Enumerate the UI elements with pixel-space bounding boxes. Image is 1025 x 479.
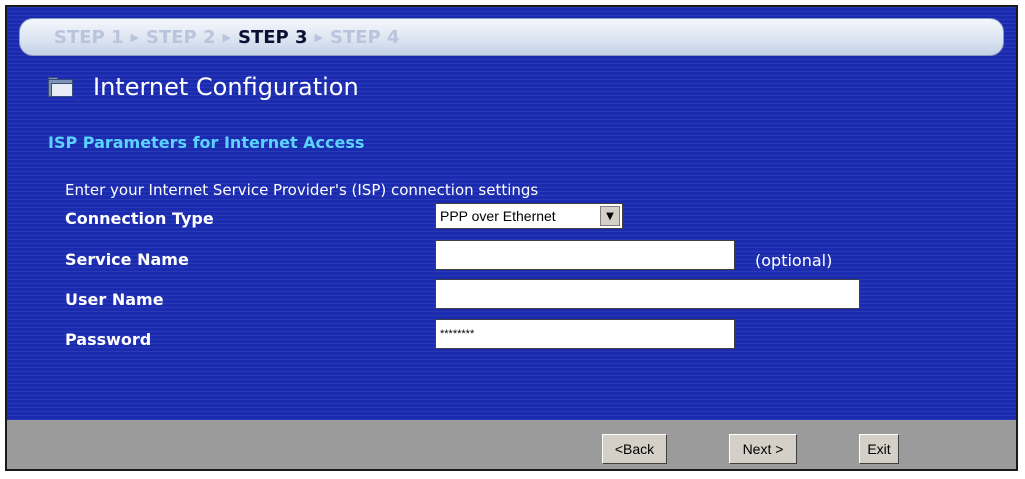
button-bar: <Back Next > Exit bbox=[7, 420, 1016, 469]
back-button[interactable]: <Back bbox=[602, 434, 667, 464]
connection-type-value: PPP over Ethernet bbox=[440, 208, 556, 224]
folder-icon bbox=[48, 77, 73, 97]
main-panel: STEP 1 ▶ STEP 2 ▶ STEP 3 ▶ STEP 4 Intern… bbox=[7, 7, 1016, 420]
step-separator-icon: ▶ bbox=[222, 30, 231, 44]
service-name-label: Service Name bbox=[65, 250, 189, 269]
step-4: STEP 4 bbox=[330, 26, 400, 48]
step-separator-icon: ▶ bbox=[130, 30, 139, 44]
step-1: STEP 1 bbox=[54, 26, 124, 48]
step-2: STEP 2 bbox=[146, 26, 216, 48]
intro-text: Enter your Internet Service Provider's (… bbox=[65, 181, 539, 199]
exit-button[interactable]: Exit bbox=[859, 434, 899, 464]
page-title: Internet Configuration bbox=[93, 73, 359, 101]
password-input[interactable]: ******** bbox=[435, 319, 735, 349]
step-separator-icon: ▶ bbox=[314, 30, 323, 44]
connection-type-select[interactable]: PPP over Ethernet ▼ bbox=[435, 203, 623, 229]
service-name-input[interactable] bbox=[435, 240, 735, 270]
section-subtitle: ISP Parameters for Internet Access bbox=[48, 133, 365, 152]
optional-note: (optional) bbox=[755, 251, 833, 270]
user-name-label: User Name bbox=[65, 290, 164, 309]
step-progress-bar: STEP 1 ▶ STEP 2 ▶ STEP 3 ▶ STEP 4 bbox=[19, 18, 1004, 56]
page-title-row: Internet Configuration bbox=[48, 73, 359, 101]
next-button[interactable]: Next > bbox=[729, 434, 797, 464]
wizard-window: STEP 1 ▶ STEP 2 ▶ STEP 3 ▶ STEP 4 Intern… bbox=[5, 5, 1018, 471]
user-name-input[interactable] bbox=[435, 279, 860, 309]
step-3-current: STEP 3 bbox=[238, 26, 308, 48]
connection-type-label: Connection Type bbox=[65, 209, 214, 228]
dropdown-arrow-icon[interactable]: ▼ bbox=[600, 206, 620, 226]
password-label: Password bbox=[65, 330, 152, 349]
